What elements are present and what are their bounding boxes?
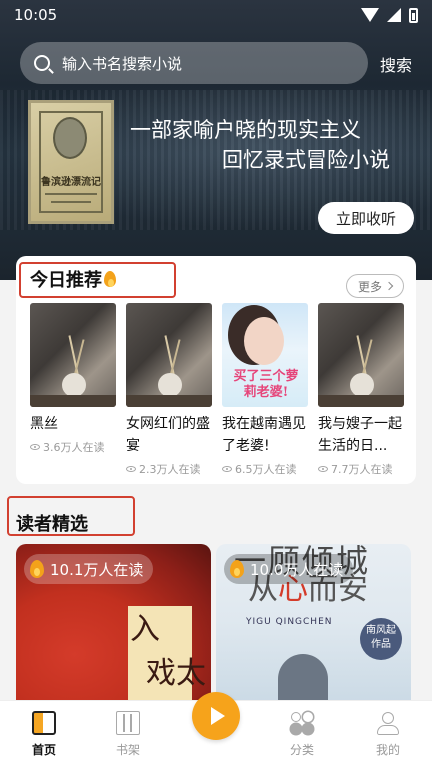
play-icon [211, 707, 225, 725]
reader-count: 10.0万人在读 [250, 560, 344, 579]
cover-portrait [53, 117, 87, 159]
search-icon [34, 55, 50, 71]
more-label: 更多 [357, 279, 382, 294]
book-title[interactable]: 我在越南遇见了老婆! [222, 413, 308, 457]
eye-icon [126, 466, 136, 472]
reader-count: 3.6万人在读 [43, 441, 105, 454]
book-title[interactable]: 黑丝 [30, 413, 116, 435]
reader-count: 7.7万人在读 [331, 463, 393, 476]
vase [158, 373, 182, 397]
tab-label: 首页 [31, 743, 56, 757]
play-button[interactable] [192, 692, 240, 740]
today-book-card[interactable]: 买了三个萝莉老婆! 我在越南遇见了老婆! 6.5万人在读 [222, 303, 308, 477]
reader-count: 2.3万人在读 [139, 463, 201, 476]
book-title[interactable]: 我与嫂子一起生活的日... [318, 413, 404, 457]
cover-english-title: YIGU QINGCHEN [246, 617, 333, 627]
table-surface [126, 395, 212, 407]
eye-icon [30, 444, 40, 450]
tab-category[interactable]: 分类 [272, 711, 332, 758]
cover-rule [45, 193, 97, 195]
status-icons [361, 7, 418, 23]
reader-count: 10.1万人在读 [50, 560, 144, 579]
book-thumbnail[interactable] [30, 303, 116, 407]
tab-label: 分类 [289, 743, 314, 757]
tab-label: 书架 [115, 743, 140, 757]
chevron-right-icon [384, 281, 394, 291]
search-input[interactable]: 输入书名搜索小说 [20, 42, 368, 84]
hero-book-cover[interactable]: 鲁滨逊漂流记 [28, 100, 114, 224]
cover-text: 戏太 [146, 656, 206, 691]
book-readers: 3.6万人在读 [30, 439, 116, 455]
more-button[interactable]: 更多 [346, 274, 404, 298]
tab-home[interactable]: 首页 [14, 711, 74, 758]
category-icon [290, 711, 314, 735]
flame-icon [30, 560, 44, 578]
tab-profile[interactable]: 我的 [358, 711, 418, 758]
book-readers: 2.3万人在读 [126, 461, 212, 477]
hero-tagline-1: 一部家喻户晓的现实主义 [130, 118, 361, 142]
table-surface [30, 395, 116, 407]
search-button[interactable]: 搜索 [380, 52, 412, 76]
profile-icon [376, 711, 400, 735]
reader-pick-card[interactable]: 入 戏太 10.1万人在读 [16, 544, 211, 714]
hero-tagline-2: 回忆录式冒险小说 [222, 148, 390, 172]
cover-author-seal: 南风起 作品 [360, 618, 402, 660]
highlight-box [7, 496, 135, 536]
status-time: 10:05 [14, 6, 58, 24]
eye-icon [318, 466, 328, 472]
cover-title: 鲁滨逊漂流记 [41, 177, 101, 188]
tab-label: 我的 [375, 743, 400, 757]
signal-icon [387, 8, 401, 22]
book-readers: 6.5万人在读 [222, 461, 308, 477]
wifi-icon [361, 8, 379, 22]
eye-icon [222, 466, 232, 472]
book-thumbnail[interactable] [126, 303, 212, 407]
home-icon [32, 711, 56, 735]
today-book-card[interactable]: 我与嫂子一起生活的日... 7.7万人在读 [318, 303, 404, 477]
listen-now-button[interactable]: 立即收听 [318, 202, 414, 234]
highlight-box [19, 262, 176, 298]
reader-count-badge: 10.0万人在读 [224, 554, 354, 584]
search-placeholder: 输入书名搜索小说 [62, 54, 183, 73]
book-readers: 7.7万人在读 [318, 461, 404, 477]
tab-bookshelf[interactable]: 书架 [98, 711, 158, 758]
reader-count-badge: 10.1万人在读 [24, 554, 154, 584]
reader-count: 6.5万人在读 [235, 463, 297, 476]
table-surface [318, 395, 404, 407]
cover-rule [51, 201, 91, 203]
battery-icon [409, 7, 418, 23]
bookshelf-icon [116, 711, 140, 735]
cover-text: 入 [130, 612, 160, 647]
status-bar: 10:05 [0, 0, 432, 30]
vase [350, 373, 374, 397]
book-title[interactable]: 女网红们的盛宴 [126, 413, 212, 457]
hero-banner[interactable]: 10:05 输入书名搜索小说 搜索 鲁滨逊漂流记 一部家喻户晓的现实主义 回忆录… [0, 0, 432, 280]
cover-portrait [244, 317, 284, 365]
book-thumbnail[interactable] [318, 303, 404, 407]
reader-pick-card[interactable]: 一顾倾城 从心而安 YIGU QINGCHEN 南风起 作品 10.0万人在读 [216, 544, 411, 714]
flame-icon [230, 560, 244, 578]
cover-text: 买了三个萝莉老婆! [233, 369, 299, 400]
book-thumbnail[interactable]: 买了三个萝莉老婆! [222, 303, 308, 407]
today-book-card[interactable]: 女网红们的盛宴 2.3万人在读 [126, 303, 212, 477]
vase [62, 373, 86, 397]
today-book-card[interactable]: 黑丝 3.6万人在读 [30, 303, 116, 455]
